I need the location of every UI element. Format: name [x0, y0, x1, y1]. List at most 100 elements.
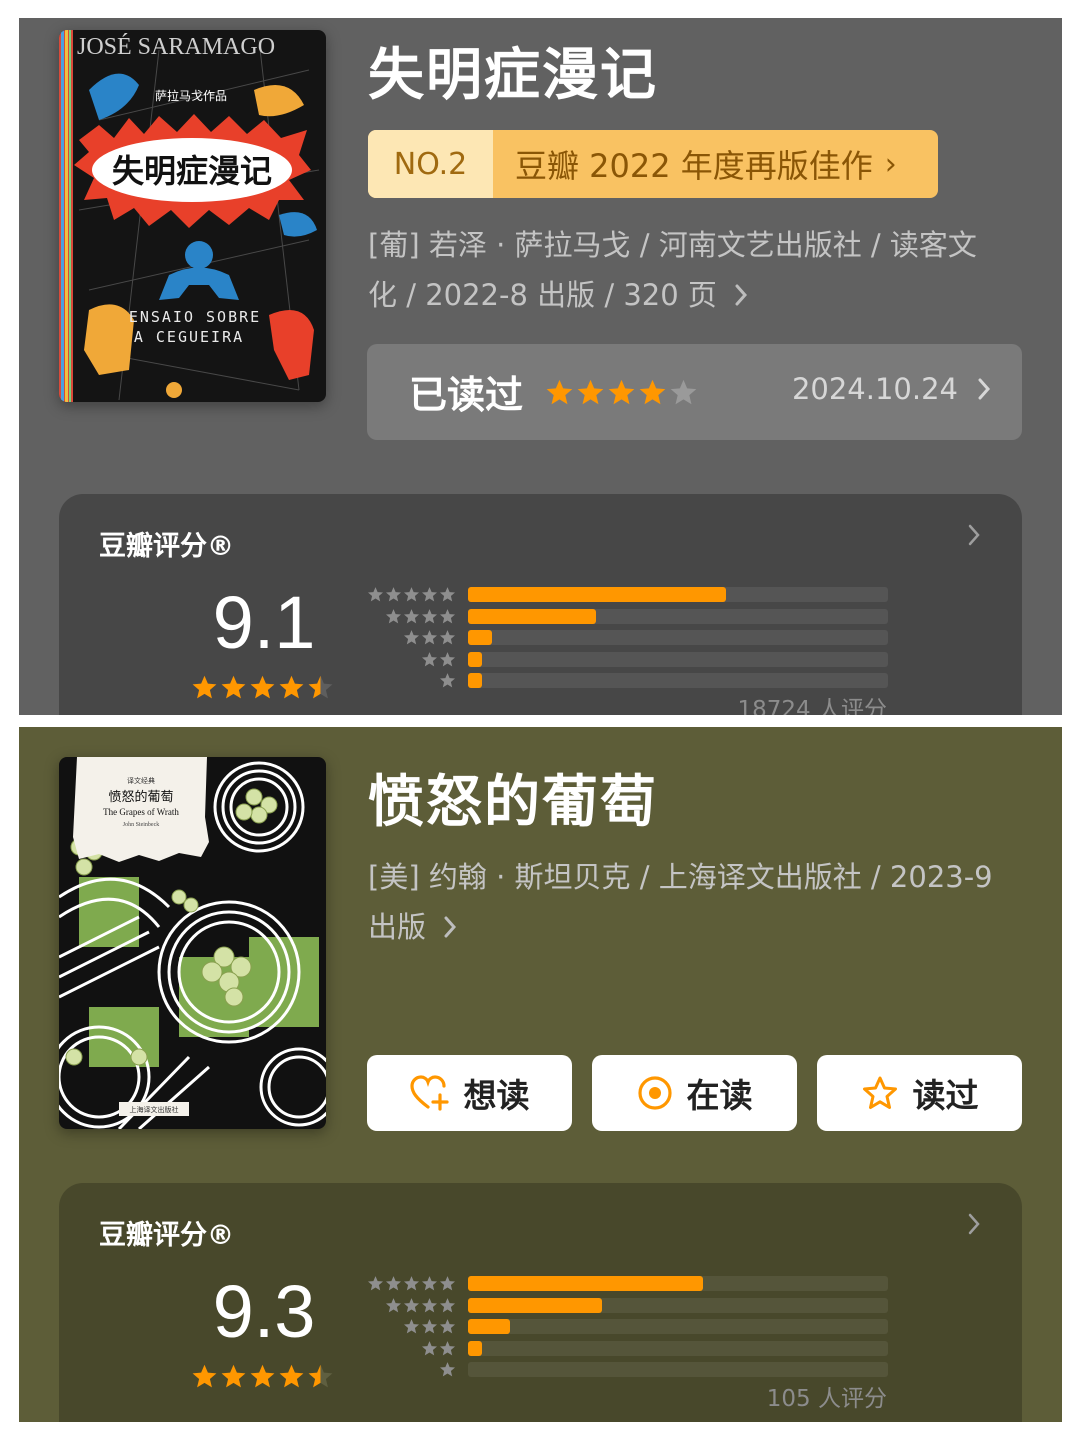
reading-button[interactable]: 在读 [592, 1055, 797, 1131]
star-icon [403, 1297, 420, 1312]
rating-bar-row [359, 584, 889, 606]
chevron-right-icon: › [884, 146, 897, 182]
star-icon [367, 587, 384, 602]
target-icon [637, 1076, 672, 1110]
rating-bar-track [468, 587, 888, 602]
rating-bar-track [468, 1362, 888, 1377]
read-status-row[interactable]: 已读过 2024.10.24 [367, 344, 1022, 440]
rating-level-stars [421, 1340, 457, 1359]
chevron-right-icon [444, 916, 457, 938]
book-meta[interactable]: [美] 约翰 · 斯坦贝克 / 上海译文出版社 / 2023-9 出版 [368, 852, 1008, 952]
rating-bar-track [468, 608, 888, 624]
star-icon [439, 1297, 456, 1312]
star-icon [403, 587, 420, 602]
rating-bar-fill [468, 1319, 510, 1334]
award-text: 豆瓣 2022 年度再版佳作 [515, 147, 873, 185]
rating-bar-fill [468, 608, 597, 624]
star-outline-icon [862, 1076, 897, 1109]
book-panel-grapes-of-wrath: 译文经典 愤怒的葡萄 The Grapes of Wrath John Stei… [19, 727, 1062, 1422]
star-icon [385, 1276, 402, 1291]
star-icon [403, 630, 420, 645]
star-icon [639, 379, 666, 405]
star-icon [439, 1276, 456, 1291]
rating-bar-row [359, 1359, 889, 1381]
award-rank: NO.2 [368, 130, 493, 198]
book-meta[interactable]: [葡] 若泽 · 萨拉马戈 / 河南文艺出版社 / 读客文 化 / 2022-8… [368, 220, 1008, 320]
rating-level-stars [439, 672, 457, 691]
star-icon [608, 379, 635, 405]
chevron-right-icon [978, 378, 991, 400]
read-status-label: 已读过 [409, 373, 524, 417]
star-icon [221, 675, 246, 699]
star-icon [439, 651, 456, 666]
star-icon [421, 1340, 438, 1355]
rating-score: 9.3 [212, 1270, 316, 1353]
star-icon [250, 675, 275, 699]
rating-bar-fill [468, 587, 727, 602]
book-title: 愤怒的葡萄 [368, 770, 658, 835]
star-icon [192, 1364, 217, 1388]
rating-count: 18724 人评分 [737, 697, 887, 715]
star-icon [308, 1364, 333, 1388]
rating-count: 105 人评分 [766, 1386, 887, 1412]
star-icon [421, 1319, 438, 1334]
chevron-right-icon [968, 524, 980, 546]
annual-award-badge[interactable]: NO.2 豆瓣 2022 年度再版佳作 › [368, 130, 938, 198]
star-icon [421, 1297, 438, 1312]
star-icon [403, 1319, 420, 1334]
rating-level-stars [421, 651, 457, 670]
star-icon [385, 1297, 402, 1312]
rating-bar-track [468, 630, 888, 645]
star-icon [421, 608, 438, 623]
star-icon [670, 379, 697, 405]
book-cover-grapes-of-wrath[interactable]: 译文经典 愤怒的葡萄 The Grapes of Wrath John Stei… [59, 757, 326, 1129]
star-icon [439, 1362, 456, 1377]
douban-rating-card[interactable]: 豆瓣评分® 9.1 18724 人评分 [59, 494, 1022, 715]
rating-stars [191, 674, 336, 701]
star-icon [279, 1364, 304, 1388]
star-icon [221, 1364, 246, 1388]
svg-text:ENSAIO SOBRE: ENSAIO SOBRE [129, 308, 261, 326]
star-icon [385, 608, 402, 623]
want-to-read-button[interactable]: 想读 [367, 1055, 572, 1131]
star-icon [421, 587, 438, 602]
rating-level-stars [385, 608, 457, 627]
book-panel-blindness: JOSÉ SARAMAGO 萨拉马戈作品 失明症漫记 ENSAIO SOBRE [19, 18, 1062, 715]
svg-text:The Grapes of Wrath: The Grapes of Wrath [103, 807, 179, 817]
rating-bar-track [468, 1297, 888, 1313]
my-rating-stars [545, 378, 700, 407]
have-read-label: 读过 [912, 1076, 979, 1115]
rating-bar-track [468, 1340, 888, 1356]
star-icon [439, 673, 456, 688]
star-icon [577, 379, 604, 405]
star-icon [308, 675, 333, 699]
svg-text:上海译文出版社: 上海译文出版社 [130, 1105, 179, 1114]
want-to-read-label: 想读 [463, 1076, 530, 1115]
star-icon [421, 1276, 438, 1291]
rating-bar-fill [468, 673, 482, 688]
book-meta-line: [美] 约翰 · 斯坦贝克 / 上海译文出版社 / 2023-9 [368, 860, 993, 894]
star-icon [421, 651, 438, 666]
svg-text:译文经典: 译文经典 [127, 776, 155, 785]
star-icon [279, 675, 304, 699]
book-title: 失明症漫记 [368, 43, 658, 108]
rating-bar-row [359, 1273, 889, 1295]
rating-level-stars [403, 1318, 457, 1337]
book-cover-blindness[interactable]: JOSÉ SARAMAGO 萨拉马戈作品 失明症漫记 ENSAIO SOBRE [59, 30, 326, 402]
book-meta-line: 化 / 2022-8 出版 / 320 页 [368, 278, 717, 312]
have-read-button[interactable]: 读过 [817, 1055, 1022, 1131]
douban-rating-card[interactable]: 豆瓣评分® 9.3 105 人评分 [59, 1183, 1022, 1422]
rating-bar-track [468, 1319, 888, 1334]
svg-text:萨拉马戈作品: 萨拉马戈作品 [155, 88, 227, 103]
rating-distribution [359, 1273, 889, 1381]
rating-bar-track [468, 1276, 888, 1291]
rating-distribution [359, 584, 889, 692]
rating-bar-row [359, 606, 889, 628]
rating-bar-track [468, 673, 888, 688]
star-icon [385, 587, 402, 602]
star-icon [439, 1319, 456, 1334]
cover-art: JOSÉ SARAMAGO 萨拉马戈作品 失明症漫记 ENSAIO SOBRE [59, 30, 326, 402]
chevron-right-icon [968, 1213, 980, 1235]
star-icon [439, 587, 456, 602]
star-icon [439, 630, 456, 645]
